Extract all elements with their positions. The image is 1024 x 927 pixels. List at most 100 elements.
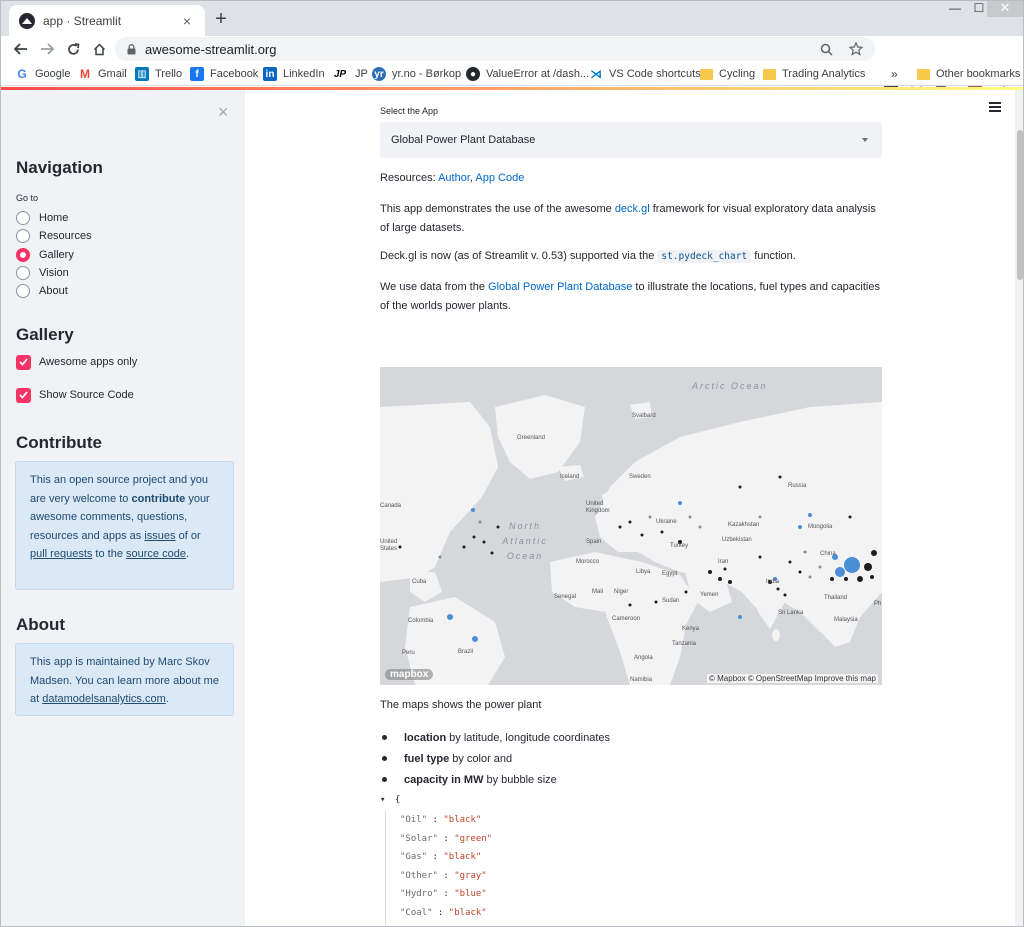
radio-resources[interactable]: Resources [16,228,92,244]
new-tab-button[interactable]: + [211,9,231,29]
scrollbar-thumb[interactable] [1017,130,1023,280]
datamodels-link[interactable]: datamodelsanalytics.com [42,693,166,705]
map-label-senegal: Senegal [554,594,577,600]
source-code-link[interactable]: source code [126,548,186,560]
json-entry-solar: "Solar" : "green" [400,834,493,844]
select-app-dropdown[interactable]: Global Power Plant Database [380,122,882,158]
bookmark-gmail[interactable]: M Gmail [78,66,127,82]
radio-circle [16,229,30,243]
map-label-north-atlantic-ocean: North Atlantic Ocean [502,521,548,561]
radio-about[interactable]: About [16,283,68,299]
radio-vision[interactable]: Vision [16,265,69,281]
back-button[interactable] [8,36,34,62]
author-link[interactable]: Author [438,172,470,184]
radio-gallery[interactable]: Gallery [16,247,74,263]
map-label-ukraine: Ukraine [656,519,677,525]
sidebar: × Navigation Go to Home Resources Galler… [1,90,245,926]
collapse-toggle-icon[interactable]: ▾ [380,795,385,805]
bookmark-facebook[interactable]: f Facebook [190,66,258,82]
checkbox-awesome-apps[interactable]: Awesome apps only [16,354,137,370]
window-close-button[interactable]: ✕ [987,1,1023,17]
github-icon: ● [466,67,480,81]
browser-window: app · Streamlit × + — ☐ ✕ awesome-stream… [0,0,1024,927]
home-button[interactable] [86,36,112,62]
json-entry-oil: "Oil" : "black" [400,815,482,825]
select-app-value: Global Power Plant Database [391,134,536,146]
reload-button[interactable] [60,36,86,62]
map-label-egypt: Egypt [662,571,678,577]
deckgl-link[interactable]: deck.gl [615,203,650,215]
gmail-icon: M [80,67,90,81]
map-label-spain: Spain [586,539,602,545]
checkbox-checked-icon [16,354,31,370]
map-label-libya: Libya [636,569,651,575]
bookmark-folder-trading[interactable]: Trading Analytics [762,66,865,82]
bookmark-google[interactable]: G Google [15,66,70,82]
map-label-morocco: Morocco [576,559,600,565]
yr-icon: yr [372,67,386,81]
map-label-brazil: Brazil [458,649,474,655]
json-root[interactable]: ▾ { [380,795,400,805]
map-label-kazakhstan: Kazakhstan [728,522,760,528]
contribute-bold: contribute [131,492,186,505]
tab-close-icon[interactable]: × [179,13,195,29]
map-label-china: China [820,551,836,557]
app-code-link[interactable]: App Code [475,172,524,184]
bookmark-trello[interactable]: ▥ Trello [135,66,182,82]
map-label-arctic-ocean: Arctic Ocean [692,381,768,391]
bookmark-vscode[interactable]: ⋊ VS Code shortcuts [589,66,701,82]
browser-toolbar: awesome-streamlit.org [1,36,1023,91]
deck-gl-map[interactable]: Arctic Ocean Svalbard Greenland Iceland … [380,367,882,685]
forward-button[interactable] [34,36,60,62]
bookmark-jp[interactable]: JP JP [331,66,368,82]
radio-home[interactable]: Home [16,210,68,226]
map-label-niger: Niger [614,589,629,595]
mapbox-logo[interactable]: mapbox [385,669,434,680]
map-description: The maps shows the power plant [380,699,542,711]
map-label-mongolia: Mongolia [808,524,833,530]
sidebar-close-icon[interactable]: × [218,102,229,123]
facebook-icon: f [190,67,204,81]
about-heading: About [16,615,66,634]
map-label-india: India [766,579,780,585]
google-icon: G [17,67,27,81]
bookmark-valueerror[interactable]: ● ValueError at /dash... [466,66,589,82]
select-app-label: Select the App [380,106,439,116]
tab-strip: app · Streamlit × + — ☐ ✕ [1,1,1023,36]
about-info-box: This app is maintained by Marc Skov Mads… [15,643,234,716]
map-label-iceland: Iceland [560,474,580,480]
map-label-iran: Iran [718,559,729,565]
checkbox-show-source[interactable]: Show Source Code [16,387,134,403]
bookmark-other[interactable]: Other bookmarks [916,66,1020,82]
bookmark-folder-cycling[interactable]: Cycling [699,66,755,82]
radio-circle [16,211,30,225]
folder-icon [699,67,713,81]
main-content: Select the App Global Power Plant Databa… [245,90,1015,926]
map-label-cuba: Cuba [412,579,427,585]
pull-requests-link[interactable]: pull requests [30,548,92,560]
bookmark-linkedin[interactable]: in LinkedIn [263,66,325,82]
data-paragraph: We use data from the Global Power Plant … [380,281,880,312]
map-label-uzbekistan: Uzbekistan [722,537,752,543]
address-bar[interactable]: awesome-streamlit.org [115,37,875,61]
list-item: capacity in MW by bubble size [380,769,610,790]
map-label-peru: Peru [402,650,415,656]
map-label-ph: Ph [874,601,882,607]
browser-tab[interactable]: app · Streamlit × [9,5,205,36]
zoom-search-icon[interactable] [817,40,835,58]
radio-circle [16,284,30,298]
trello-icon: ▥ [135,67,149,81]
bookmark-yr[interactable]: yr yr.no - Børkop [372,66,461,82]
map-label-kenya: Kenya [682,626,700,632]
json-entry-gas: "Gas" : "black" [400,852,482,862]
bookmark-star-icon[interactable] [847,40,865,58]
map-attribution[interactable]: © Mapbox © OpenStreetMap Improve this ma… [707,674,878,683]
global-power-plant-link[interactable]: Global Power Plant Database [488,281,632,293]
map-label-yemen: Yemen [700,592,719,598]
more-bookmarks-button[interactable]: » [891,66,898,82]
hamburger-menu-icon[interactable] [989,102,1001,112]
streamlit-favicon-icon [19,12,35,29]
map-label-thailand: Thailand [824,595,848,601]
page-scrollbar[interactable] [1015,90,1023,926]
issues-link[interactable]: issues [144,530,175,542]
